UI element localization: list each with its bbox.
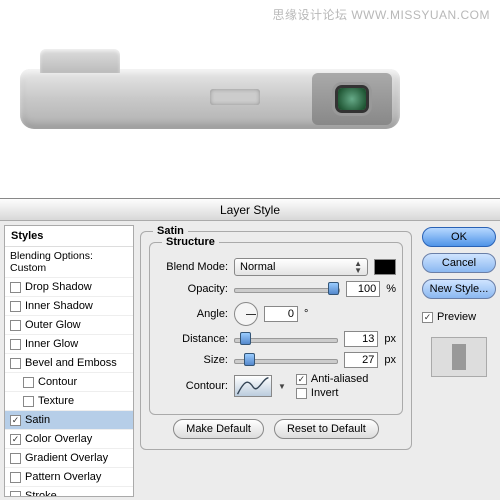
layer-style-dialog: Layer Style Styles Blending Options: Cus… <box>0 198 500 500</box>
sidebar-item-label: Pattern Overlay <box>25 471 101 483</box>
px-label: px <box>384 333 396 345</box>
opacity-unit: % <box>386 283 396 295</box>
sidebar-header-styles[interactable]: Styles <box>5 226 133 247</box>
dropdown-arrow-icon[interactable]: ▼ <box>278 383 286 390</box>
sidebar-item-label: Satin <box>25 414 50 426</box>
distance-slider[interactable] <box>234 332 338 346</box>
distance-input[interactable]: 13 <box>344 331 378 347</box>
checkbox[interactable] <box>10 320 21 331</box>
sidebar-item-label: Gradient Overlay <box>25 452 108 464</box>
blend-mode-select[interactable]: Normal ▲▼ <box>234 258 368 276</box>
checkbox[interactable]: ✓ <box>10 415 21 426</box>
checkbox[interactable] <box>10 339 21 350</box>
watermark: 思缘设计论坛 WWW.MISSYUAN.COM <box>273 6 491 23</box>
invert-checkbox[interactable]: Invert <box>296 387 368 399</box>
new-style-button[interactable]: New Style... <box>422 279 496 299</box>
angle-label: Angle: <box>156 308 228 320</box>
sidebar-item-texture[interactable]: Texture <box>5 392 133 411</box>
structure-label: Structure <box>162 236 219 248</box>
sidebar-item-label: Inner Glow <box>25 338 78 350</box>
sidebar-item-outer-glow[interactable]: Outer Glow <box>5 316 133 335</box>
sidebar-item-satin[interactable]: ✓ Satin <box>5 411 133 430</box>
sidebar-item-pattern-overlay[interactable]: Pattern Overlay <box>5 468 133 487</box>
sidebar-item-inner-shadow[interactable]: Inner Shadow <box>5 297 133 316</box>
sidebar-item-inner-glow[interactable]: Inner Glow <box>5 335 133 354</box>
checkbox[interactable] <box>23 396 34 407</box>
right-button-panel: OK Cancel New Style... ✓Preview <box>418 221 500 501</box>
sidebar-item-label: Color Overlay <box>25 433 92 445</box>
antialiased-checkbox[interactable]: ✓Anti-aliased <box>296 373 368 385</box>
camera-render <box>20 69 400 129</box>
checkbox[interactable] <box>10 472 21 483</box>
sidebar-item-label: Bevel and Emboss <box>25 357 117 369</box>
px-label: px <box>384 354 396 366</box>
ok-button[interactable]: OK <box>422 227 496 247</box>
sidebar-item-color-overlay[interactable]: ✓ Color Overlay <box>5 430 133 449</box>
checkbox[interactable] <box>10 358 21 369</box>
checkbox[interactable] <box>23 377 34 388</box>
sidebar-item-label: Texture <box>38 395 74 407</box>
opacity-slider[interactable] <box>234 282 340 296</box>
make-default-button[interactable]: Make Default <box>173 419 264 439</box>
sidebar-item-bevel-and-emboss[interactable]: Bevel and Emboss <box>5 354 133 373</box>
size-input[interactable]: 27 <box>344 352 378 368</box>
image-preview-area <box>0 0 500 198</box>
sidebar-item-stroke[interactable]: Stroke <box>5 487 133 497</box>
sidebar-item-drop-shadow[interactable]: Drop Shadow <box>5 278 133 297</box>
sidebar-item-label: Contour <box>38 376 77 388</box>
sidebar-item-label: Drop Shadow <box>25 281 92 293</box>
preview-thumbnail <box>431 337 487 377</box>
sidebar-item-contour[interactable]: Contour <box>5 373 133 392</box>
sidebar-item-label: Inner Shadow <box>25 300 93 312</box>
size-label: Size: <box>156 354 228 366</box>
dialog-title: Layer Style <box>0 199 500 221</box>
opacity-input[interactable]: 100 <box>346 281 380 297</box>
contour-picker[interactable] <box>234 375 272 397</box>
dropdown-arrows-icon: ▲▼ <box>354 260 362 274</box>
checkbox[interactable] <box>10 453 21 464</box>
opacity-label: Opacity: <box>156 283 228 295</box>
reset-default-button[interactable]: Reset to Default <box>274 419 379 439</box>
sidebar-item-label: Outer Glow <box>25 319 81 331</box>
distance-label: Distance: <box>156 333 228 345</box>
sidebar-item-gradient-overlay[interactable]: Gradient Overlay <box>5 449 133 468</box>
contour-label: Contour: <box>156 380 228 392</box>
checkbox[interactable] <box>10 301 21 312</box>
satin-panel: Satin Structure Blend Mode: Normal ▲▼ <box>134 221 418 501</box>
blend-mode-label: Blend Mode: <box>156 261 228 273</box>
sidebar-item-label: Stroke <box>25 490 57 497</box>
angle-dial[interactable] <box>234 302 258 326</box>
size-slider[interactable] <box>234 353 338 367</box>
color-swatch[interactable] <box>374 259 396 275</box>
blend-mode-value: Normal <box>240 261 275 273</box>
preview-checkbox[interactable]: ✓Preview <box>422 311 496 323</box>
angle-input[interactable]: 0 <box>264 306 298 322</box>
angle-unit: ° <box>304 308 308 320</box>
checkbox[interactable] <box>10 282 21 293</box>
cancel-button[interactable]: Cancel <box>422 253 496 273</box>
checkbox[interactable] <box>10 491 21 498</box>
checkbox[interactable]: ✓ <box>10 434 21 445</box>
styles-sidebar: Styles Blending Options: Custom Drop Sha… <box>4 225 134 497</box>
sidebar-blending-options[interactable]: Blending Options: Custom <box>5 247 133 278</box>
